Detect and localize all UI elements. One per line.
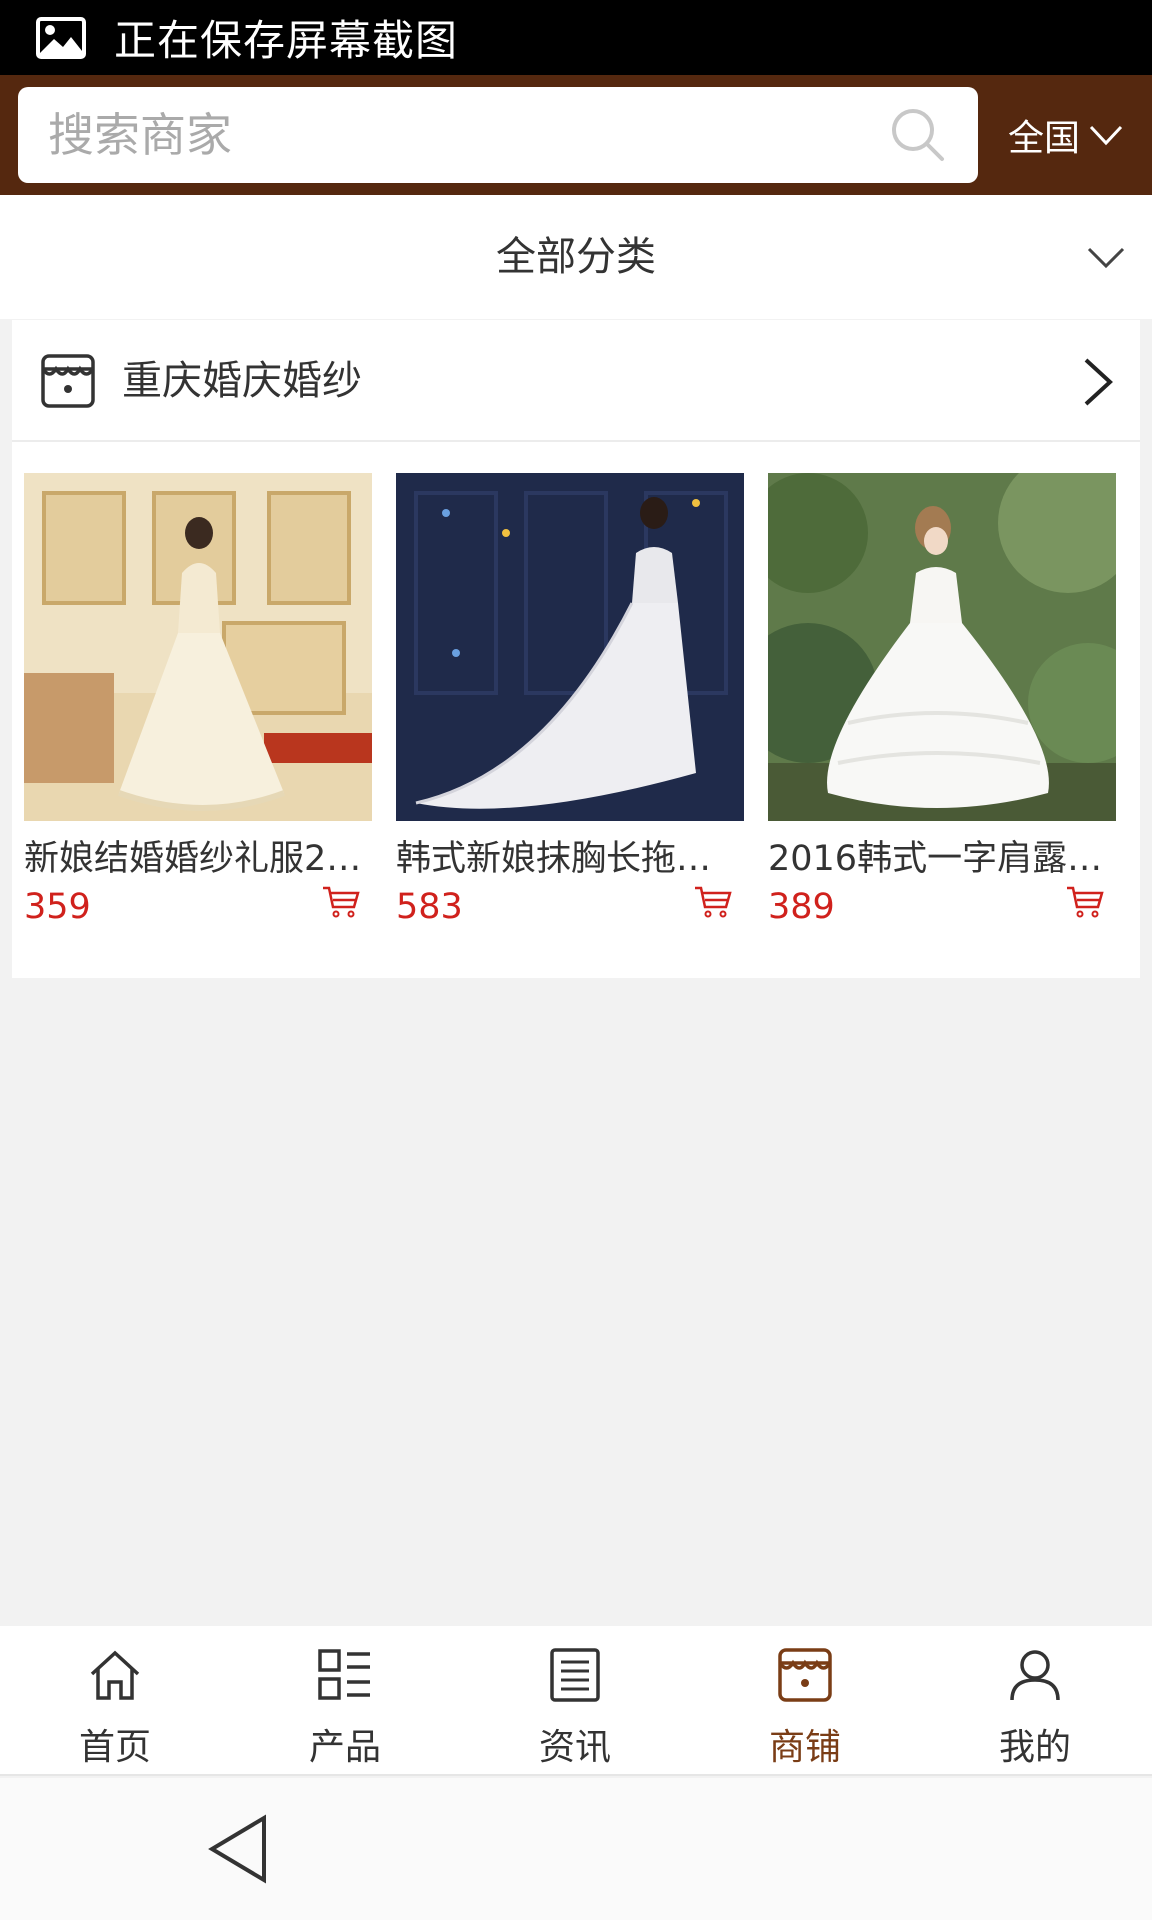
status-bar: 正在保存屏幕截图 — [0, 0, 1152, 75]
product-image[interactable] — [768, 473, 1116, 821]
cart-icon[interactable] — [1066, 885, 1104, 919]
product-image[interactable] — [396, 473, 744, 821]
image-icon — [36, 16, 86, 59]
system-nav-bar — [0, 1778, 1152, 1920]
search-icon[interactable] — [888, 105, 948, 165]
chevron-right-icon — [1084, 358, 1113, 406]
nav-item-products[interactable]: 产品 — [230, 1626, 460, 1776]
cart-icon[interactable] — [694, 885, 732, 919]
category-label: 全部分类 — [496, 234, 656, 280]
status-text: 正在保存屏幕截图 — [114, 16, 459, 65]
product-title: 2016韩式一字肩露… — [768, 839, 1103, 879]
product-title: 新娘结婚婚纱礼服2… — [24, 839, 362, 879]
nav-label: 产品 — [308, 1727, 381, 1768]
home-icon — [90, 1650, 140, 1700]
nav-label: 资讯 — [538, 1727, 611, 1768]
product-price: 583 — [396, 887, 463, 927]
region-label: 全国 — [1008, 118, 1081, 159]
region-selector[interactable]: 全国 — [1008, 75, 1124, 195]
category-filter[interactable]: 全部分类 — [0, 195, 1152, 319]
shop-card: 重庆婚庆婚纱 新娘结婚婚纱礼服2… 359 韩式新娘抹胸长拖… 583 2016… — [12, 320, 1140, 978]
chevron-down-icon — [1087, 247, 1125, 269]
store-icon — [41, 354, 95, 408]
nav-item-profile[interactable]: 我的 — [920, 1626, 1150, 1776]
shop-name: 重庆婚庆婚纱 — [122, 358, 362, 404]
header: 搜索商家 全国 — [0, 75, 1152, 195]
nav-item-shops[interactable]: 商铺 — [690, 1626, 920, 1776]
nav-item-home[interactable]: 首页 — [0, 1626, 230, 1776]
nav-item-news[interactable]: 资讯 — [460, 1626, 690, 1776]
product-image[interactable] — [24, 473, 372, 821]
product-card[interactable]: 2016韩式一字肩露… 389 — [768, 473, 1116, 931]
search-input[interactable]: 搜索商家 — [18, 87, 978, 183]
user-icon — [1010, 1650, 1060, 1701]
product-card[interactable]: 韩式新娘抹胸长拖… 583 — [396, 473, 744, 931]
product-card[interactable]: 新娘结婚婚纱礼服2… 359 — [24, 473, 372, 931]
back-triangle-icon[interactable] — [208, 1814, 270, 1884]
cart-icon[interactable] — [322, 885, 360, 919]
nav-label: 首页 — [78, 1727, 151, 1768]
product-price: 359 — [24, 887, 91, 927]
chevron-down-icon — [1089, 125, 1123, 146]
bottom-nav: 首页 产品 资讯 商铺 我的 — [0, 1626, 1152, 1776]
nav-label: 我的 — [998, 1727, 1071, 1768]
product-price: 389 — [768, 887, 835, 927]
grid-list-icon — [318, 1649, 370, 1700]
news-icon — [550, 1648, 600, 1702]
nav-label: 商铺 — [768, 1727, 841, 1768]
store-icon — [778, 1648, 832, 1702]
product-title: 韩式新娘抹胸长拖… — [396, 839, 712, 879]
search-placeholder: 搜索商家 — [48, 108, 232, 162]
shop-header[interactable]: 重庆婚庆婚纱 — [12, 320, 1140, 442]
